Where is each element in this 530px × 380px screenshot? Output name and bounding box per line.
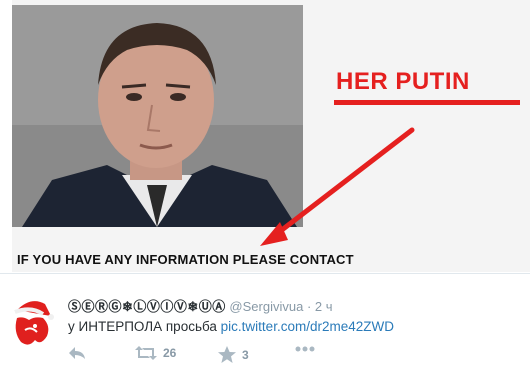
reply-icon — [69, 347, 85, 359]
more-dots-icon — [295, 346, 315, 352]
tweet-text: у ИНТЕРПОЛА просьба pic.twitter.com/dr2m… — [68, 319, 394, 334]
portrait-photo[interactable] — [12, 5, 303, 227]
red-lion-santa-hat-icon — [14, 301, 54, 345]
tweet-header: ⓈⒺⓇⒼ❄ⓁⓋⒾⓋ❄ⓊⒶ @Sergivivua · 2 ч — [68, 296, 333, 315]
tweet-body: у ИНТЕРПОЛА просьба — [68, 319, 221, 334]
tweet-timestamp[interactable]: 2 ч — [315, 299, 333, 314]
divider — [0, 273, 530, 274]
more-button[interactable] — [295, 346, 315, 352]
overlay-caption: HER PUTIN — [336, 68, 470, 95]
reply-button[interactable] — [68, 346, 86, 360]
media-card[interactable]: HER PUTIN IF YOU HAVE ANY INFORMATION PL… — [12, 0, 530, 272]
avatar[interactable] — [11, 296, 55, 348]
separator-dot: · — [306, 299, 312, 314]
user-handle[interactable]: @Sergivivua — [229, 299, 303, 314]
display-name[interactable]: ⓈⒺⓇⒼ❄ⓁⓋⒾⓋ❄ⓊⒶ — [68, 299, 226, 314]
retweet-button[interactable]: 26 — [135, 346, 176, 360]
star-icon — [218, 346, 236, 363]
retweet-count: 26 — [163, 346, 177, 360]
favorite-button[interactable]: 3 — [218, 346, 249, 363]
media-banner-text: IF YOU HAVE ANY INFORMATION PLEASE CONTA… — [17, 252, 354, 267]
overlay-underline — [334, 100, 520, 105]
tweet-media-link[interactable]: pic.twitter.com/dr2me42ZWD — [221, 319, 394, 334]
retweet-icon — [135, 346, 157, 360]
favorite-count: 3 — [242, 347, 249, 362]
